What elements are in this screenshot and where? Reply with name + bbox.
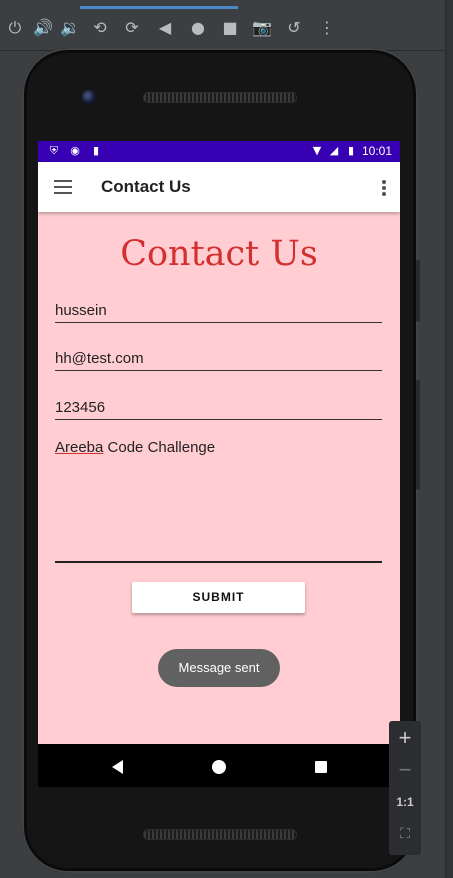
back-icon[interactable]: ◀: [155, 18, 175, 38]
phone-field[interactable]: 123456: [55, 399, 382, 420]
shield-icon: ⛨: [49, 144, 59, 157]
contact-form: Contact Us hussein hh@test.com 123456 Ar…: [38, 212, 400, 744]
nav-home-icon[interactable]: [212, 760, 226, 774]
zoom-out-button[interactable]: −: [389, 757, 421, 783]
wifi-icon: ▼: [312, 144, 322, 157]
app-bar: Contact Us: [38, 162, 400, 212]
message-text: Code Challenge: [103, 439, 216, 456]
volume-down-icon[interactable]: 🔉: [60, 18, 80, 38]
app-bar-title: Contact Us: [101, 177, 191, 196]
message-field[interactable]: Areeba Code Challenge: [55, 439, 382, 563]
phone-side-button: [416, 380, 420, 490]
bottom-speaker: [143, 829, 297, 840]
hamburger-icon[interactable]: [54, 180, 72, 194]
camera-icon[interactable]: 📷: [252, 18, 272, 38]
overflow-menu-icon[interactable]: [382, 180, 386, 196]
zoom-ratio-button[interactable]: 1:1: [389, 795, 421, 809]
rotate-right-icon[interactable]: ⟳: [122, 18, 142, 38]
power-icon[interactable]: ⏻: [5, 18, 25, 38]
signal-icon: ◢: [329, 144, 339, 157]
status-time: 10:01: [361, 144, 392, 158]
battery-icon: ▮: [347, 144, 354, 157]
front-camera: [82, 90, 96, 104]
nav-recents-icon[interactable]: [315, 761, 327, 773]
restore-snapshot-icon[interactable]: ↺: [284, 18, 304, 38]
zoom-controls: + − 1:1 ⛶: [389, 721, 421, 855]
more-icon[interactable]: ⋮: [317, 18, 337, 38]
email-field[interactable]: hh@test.com: [55, 350, 382, 371]
device-screen: ⛨ ◉ ▮ ▼ ◢ ▮ 10:01 Contact Us Contact Us …: [38, 141, 400, 787]
active-tab-indicator: [80, 6, 238, 9]
volume-up-icon[interactable]: 🔊: [33, 18, 53, 38]
circle-icon: ◉: [70, 144, 80, 157]
rotate-left-icon[interactable]: ⟲: [90, 18, 110, 38]
phone-side-button: [416, 260, 420, 322]
toast-message: Message sent: [158, 649, 280, 687]
emulator-toolbar: ⏻ 🔊 🔉 ⟲ ⟳ ◀ ● ■ 📷 ↺ ⋮: [0, 0, 446, 51]
zoom-in-button[interactable]: +: [389, 725, 421, 751]
name-field[interactable]: hussein: [55, 302, 382, 323]
top-speaker: [143, 92, 297, 103]
home-icon[interactable]: ●: [188, 18, 208, 38]
side-tool-strip: [445, 0, 453, 878]
submit-button[interactable]: SUBMIT: [132, 582, 305, 613]
sd-card-icon: ▮: [92, 144, 100, 157]
navigation-bar: [38, 744, 400, 787]
fit-screen-icon[interactable]: ⛶: [389, 825, 421, 842]
status-bar: ⛨ ◉ ▮ ▼ ◢ ▮ 10:01: [38, 141, 400, 162]
misspelled-word: Areeba: [55, 439, 104, 456]
nav-back-icon[interactable]: [112, 760, 123, 774]
page-heading: Contact Us: [120, 234, 318, 274]
overview-icon[interactable]: ■: [220, 18, 240, 38]
